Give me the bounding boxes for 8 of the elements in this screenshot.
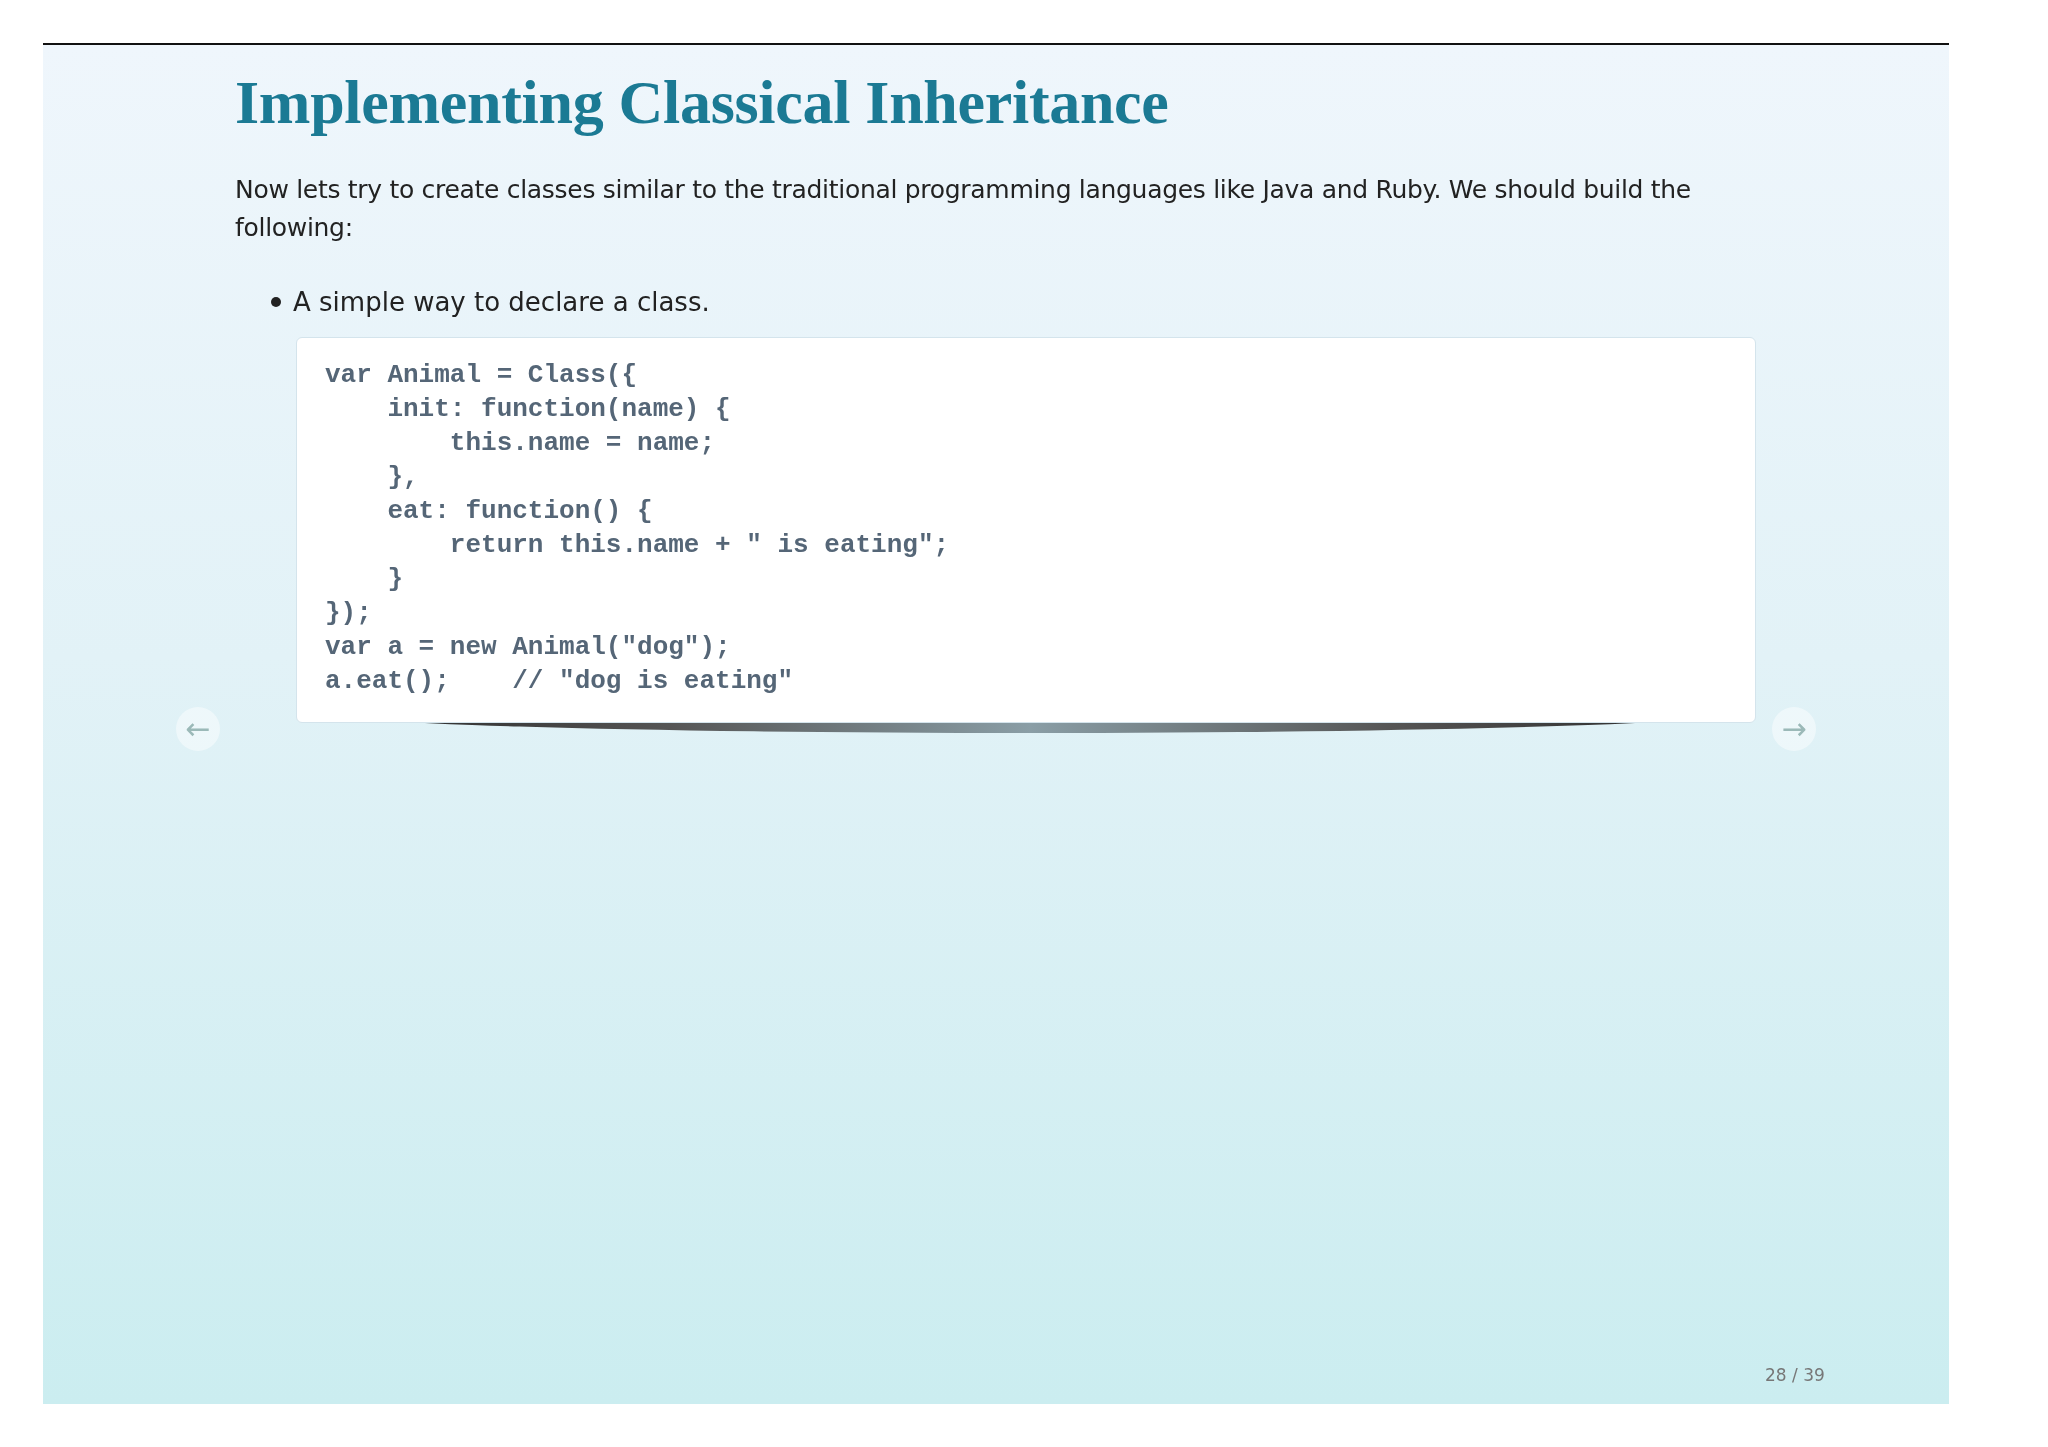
code-text: var Animal = Class({ init: function(name) { this.name = name; }, eat: function() { return this.name + " is eating"; } }); var a = new Animal("dog"); a.eat(); // "dog is eating": [325, 359, 951, 698]
bullet-text: A simple way to declare a class.: [293, 286, 710, 319]
slide-title: Implementing Classical Inheritance: [235, 67, 1170, 137]
page-number: 28 / 39: [1765, 1365, 1825, 1385]
previous-slide-button[interactable]: ←: [176, 707, 220, 751]
next-slide-button[interactable]: →: [1772, 707, 1816, 751]
intro-paragraph: Now lets try to create classes similar to the traditional programming languages like Java and Ruby. We should build the following:: [235, 174, 1692, 244]
bullet-icon: [271, 297, 281, 307]
